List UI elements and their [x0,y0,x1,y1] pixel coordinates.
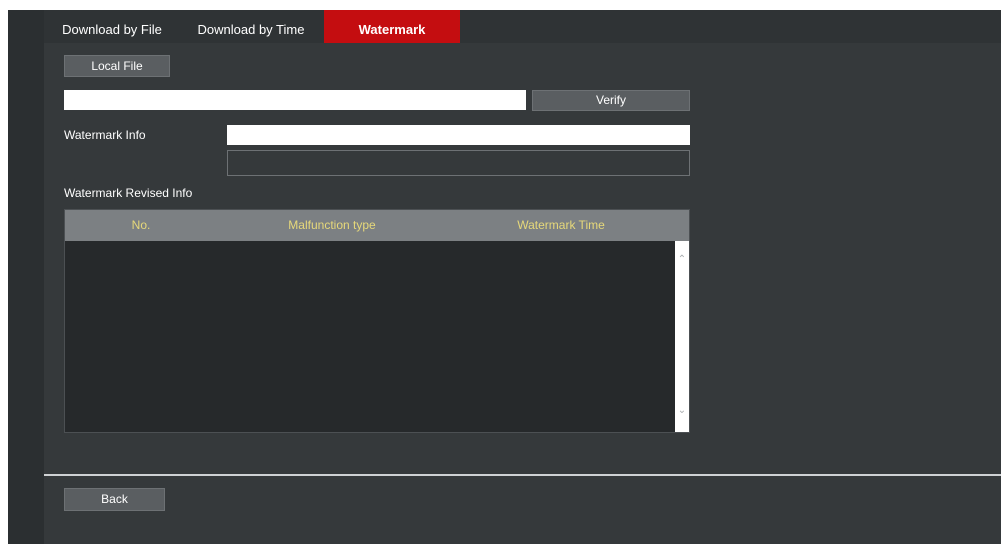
column-header-watermark-time: Watermark Time [517,218,605,232]
scroll-up-icon[interactable]: ⌃ [677,255,687,265]
watermark-info-detail-field[interactable] [227,150,690,176]
watermark-revised-info-label: Watermark Revised Info [64,186,193,200]
scroll-down-icon[interactable]: ⌄ [677,406,687,416]
tab-watermark[interactable]: Watermark [324,10,460,43]
column-header-no: No. [131,218,151,232]
table-scrollbar[interactable]: ⌃ ⌄ [675,241,689,432]
tab-download-by-file[interactable]: Download by File [48,10,176,43]
local-file-button[interactable]: Local File [64,55,170,77]
watermark-revised-table: No. Malfunction type Watermark Time ⌃ ⌄ [64,209,690,433]
tab-bar: Download by File Download by Time Waterm… [44,10,1001,43]
watermark-info-field[interactable] [227,125,690,145]
verify-button[interactable]: Verify [532,90,690,111]
top-strip [8,0,1001,10]
page: Download by File Download by Time Waterm… [8,0,1001,544]
file-path-input[interactable] [64,90,526,110]
divider [44,474,1001,476]
left-rail [8,10,44,544]
tab-download-by-time[interactable]: Download by Time [184,10,318,43]
column-header-malfunction-type: Malfunction type [288,218,376,232]
back-button[interactable]: Back [64,488,165,511]
watermark-info-label: Watermark Info [64,128,146,142]
table-header: No. Malfunction type Watermark Time [65,210,689,241]
